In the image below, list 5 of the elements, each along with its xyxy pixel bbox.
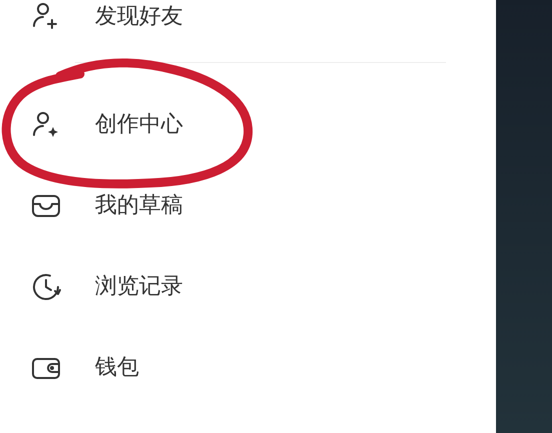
menu-item-label[interactable]: 浏览记录	[95, 270, 183, 303]
menu-item-label[interactable]: 钱包	[95, 351, 139, 384]
menu-item-label[interactable]: 我的草稿	[95, 189, 183, 222]
menu-item-label[interactable]: 创作中心	[95, 108, 183, 141]
menu-item-label[interactable]: 发现好友	[95, 0, 183, 33]
